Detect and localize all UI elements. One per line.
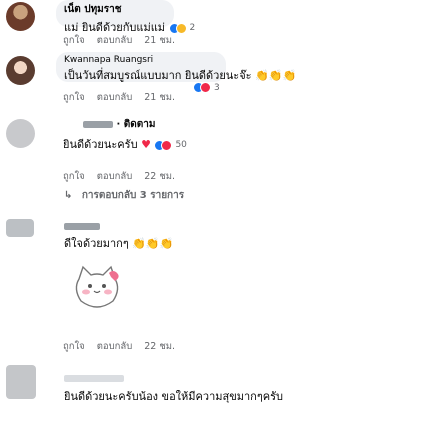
comment-author-1[interactable]: เน็ต ปทุมราช bbox=[64, 2, 166, 17]
avatar-commenter-5[interactable] bbox=[6, 365, 36, 399]
clap-emoji-icon: 👏👏👏 bbox=[255, 69, 297, 82]
timestamp-4: 22 ชม. bbox=[144, 341, 176, 352]
comment-bubble-3: · ติดตาม ยินดีด้วยนะครับ ♥ 50 bbox=[56, 114, 187, 151]
comment-author-4[interactable] bbox=[64, 221, 208, 232]
comment-actions-4: ถูกใจ ตอบกลับ 22 ชม. bbox=[63, 339, 175, 354]
reaction-count-2: 3 bbox=[214, 82, 220, 93]
comment-text-4: ดีใจด้วยมากๆ bbox=[64, 237, 129, 250]
reply-arrow-icon: ↳ bbox=[64, 190, 73, 201]
heart-emoji-icon: ♥ bbox=[141, 138, 151, 151]
reaction-summary-3[interactable]: 50 bbox=[154, 139, 187, 151]
like-button-3[interactable]: ถูกใจ bbox=[63, 169, 85, 184]
reply-button-2[interactable]: ตอบกลับ bbox=[97, 90, 133, 105]
redacted-name bbox=[83, 120, 113, 128]
redacted-name bbox=[64, 374, 124, 382]
reaction-count-3: 50 bbox=[175, 140, 187, 150]
comment-actions-1: ถูกใจ ตอบกลับ 21 ชม. bbox=[63, 33, 175, 48]
comment-author-3[interactable]: · ติดตาม bbox=[63, 117, 155, 132]
like-button-1[interactable]: ถูกใจ bbox=[63, 33, 85, 48]
like-button-2[interactable]: ถูกใจ bbox=[63, 90, 85, 105]
comment-author-5[interactable] bbox=[64, 373, 308, 384]
avatar-commenter-2[interactable] bbox=[6, 56, 35, 85]
comment-bubble-4: ดีใจด้วยมากๆ 👏👏👏 bbox=[56, 218, 216, 250]
comment-text-2: เป็นวันที่สมบูรณ์แบบมาก ยินดีด้วยนะจ๊ะ bbox=[64, 69, 252, 82]
redacted-name bbox=[64, 222, 100, 230]
comment-bubble-5: ยินดีด้วยนะครับน้อง ขอให้มีความสุขมากๆคร… bbox=[56, 370, 316, 403]
reply-button-1[interactable]: ตอบกลับ bbox=[97, 33, 133, 48]
avatar-commenter-4[interactable] bbox=[6, 219, 34, 237]
avatar-commenter-1[interactable] bbox=[6, 2, 35, 31]
reaction-count-1: 2 bbox=[189, 23, 196, 33]
reaction-summary-2[interactable]: 3 bbox=[193, 82, 220, 93]
haha-reaction-icon bbox=[175, 22, 187, 34]
comment-actions-3: ถูกใจ ตอบกลับ 22 ชม. bbox=[63, 169, 175, 184]
like-button-4[interactable]: ถูกใจ bbox=[63, 339, 85, 354]
love-reaction-icon bbox=[161, 139, 173, 151]
comment-author-2[interactable]: Kwannapa Ruangsri bbox=[64, 55, 218, 65]
timestamp-3: 22 ชม. bbox=[144, 171, 176, 182]
reply-button-3[interactable]: ตอบกลับ bbox=[97, 169, 133, 184]
comment-text-3: ยินดีด้วยนะครับ bbox=[63, 138, 138, 151]
comment-text-5: ยินดีด้วยนะครับน้อง ขอให้มีความสุขมากๆคร… bbox=[64, 390, 283, 403]
comment-bubble-1: เน็ต ปทุมราช แม่ ยินดีด้วยกับแม่แม่ 2 bbox=[56, 0, 195, 34]
love-reaction-icon bbox=[200, 82, 211, 93]
view-replies-link[interactable]: ↳ การตอบกลับ 3 รายการ bbox=[64, 188, 184, 203]
reaction-summary-1[interactable]: 2 bbox=[168, 22, 196, 34]
avatar-commenter-3[interactable] bbox=[6, 119, 35, 148]
clap-emoji-icon: 👏👏👏 bbox=[132, 237, 174, 250]
comment-bubble-2: Kwannapa Ruangsri เป็นวันที่สมบูรณ์แบบมา… bbox=[56, 52, 296, 82]
timestamp-1: 21 ชม. bbox=[144, 35, 176, 46]
comment-actions-2: ถูกใจ ตอบกลับ 21 ชม. bbox=[63, 90, 175, 105]
reply-button-4[interactable]: ตอบกลับ bbox=[97, 339, 133, 354]
timestamp-2: 21 ชม. bbox=[144, 92, 176, 103]
cat-sticker[interactable] bbox=[65, 255, 129, 319]
